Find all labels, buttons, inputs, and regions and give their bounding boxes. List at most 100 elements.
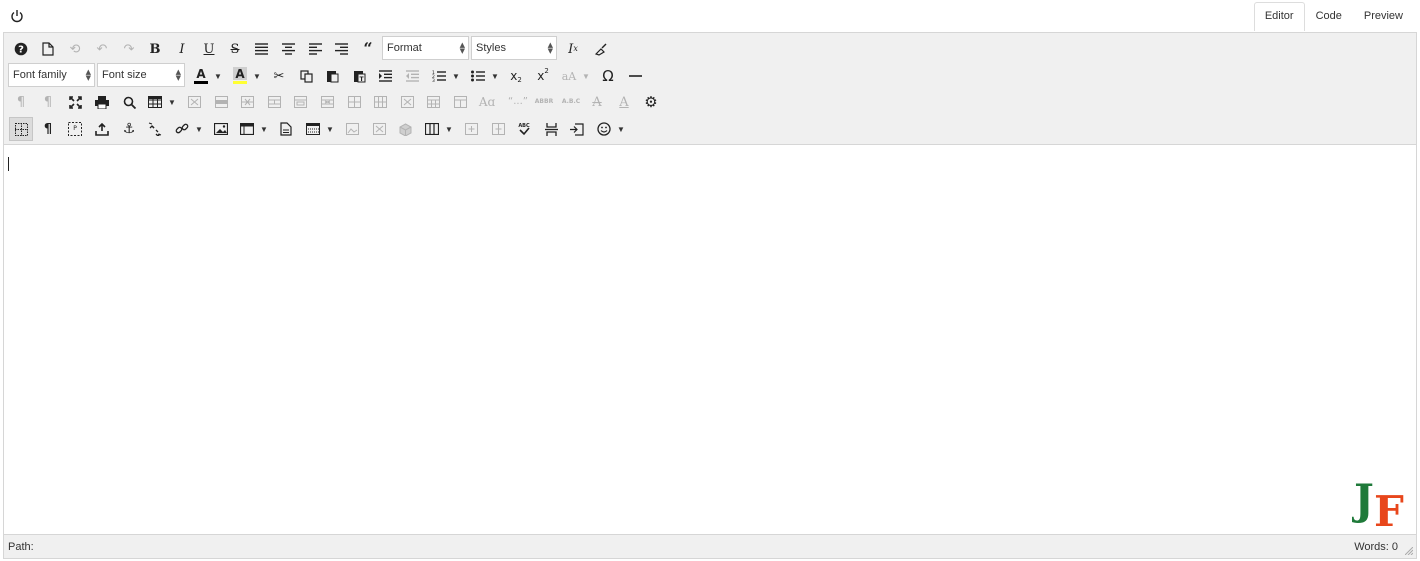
align-justify-icon[interactable] xyxy=(249,37,273,61)
tab-editor[interactable]: Editor xyxy=(1253,2,1305,31)
table-icon[interactable] xyxy=(143,90,167,114)
horizontal-line-icon[interactable] xyxy=(623,64,647,88)
blockquote-icon[interactable]: “ xyxy=(356,37,380,61)
insert-row-icon[interactable] xyxy=(486,117,510,141)
text-color-icon[interactable]: A xyxy=(189,64,213,88)
row-insert-icon[interactable] xyxy=(209,90,233,114)
insert-col-icon[interactable] xyxy=(459,117,483,141)
superscript-icon[interactable]: x2 xyxy=(531,64,555,88)
editor-content-area[interactable] xyxy=(4,145,1416,534)
merge-cells-icon[interactable] xyxy=(315,90,339,114)
italic-icon[interactable]: I xyxy=(170,37,194,61)
table-grid-dropdown-icon[interactable]: ▼ xyxy=(325,117,335,141)
columns-icon[interactable] xyxy=(420,117,444,141)
bullet-list-icon[interactable] xyxy=(466,64,490,88)
quote-icon[interactable]: “...” xyxy=(503,90,533,114)
rtl-icon[interactable]: ¶ xyxy=(36,90,60,114)
paste-icon[interactable] xyxy=(320,64,344,88)
align-right-icon[interactable] xyxy=(329,37,353,61)
fullscreen-icon[interactable] xyxy=(63,90,87,114)
col-props-icon[interactable] xyxy=(448,90,472,114)
strike-format-icon[interactable]: A xyxy=(585,90,609,114)
new-document-icon[interactable] xyxy=(36,37,60,61)
visual-blocks-icon[interactable]: P xyxy=(63,117,87,141)
paragraph-marks-icon[interactable]: ¶ xyxy=(36,117,60,141)
indent-icon[interactable] xyxy=(373,64,397,88)
resize-handle-icon[interactable] xyxy=(1405,547,1413,555)
case-change-dropdown-icon[interactable]: ▼ xyxy=(581,64,591,88)
link-dropdown-icon[interactable]: ▼ xyxy=(194,117,204,141)
cut-icon[interactable]: ✂ xyxy=(267,64,291,88)
page-break-icon[interactable] xyxy=(539,117,563,141)
delete-table-icon[interactable] xyxy=(182,90,206,114)
copy-icon[interactable] xyxy=(294,64,318,88)
background-color-icon[interactable]: A xyxy=(228,64,252,88)
format-select[interactable]: Format ▲ ▼ xyxy=(382,36,469,60)
split-cell-icon[interactable] xyxy=(342,90,366,114)
styles-select[interactable]: Styles ▲ ▼ xyxy=(471,36,557,60)
image-crop-icon[interactable] xyxy=(367,117,391,141)
tab-code[interactable]: Code xyxy=(1305,2,1353,30)
anchor-icon[interactable]: ⚓ xyxy=(117,117,141,141)
format-painter-icon[interactable] xyxy=(588,37,612,61)
clear-formatting-icon[interactable]: Ix xyxy=(561,37,585,61)
help-icon[interactable]: ? xyxy=(9,37,33,61)
table-dropdown-icon[interactable]: ▼ xyxy=(167,90,177,114)
align-left-icon[interactable] xyxy=(303,37,327,61)
abbr-icon[interactable]: ABBR xyxy=(532,90,556,114)
bullet-list-dropdown-icon[interactable]: ▼ xyxy=(490,64,500,88)
paste-text-icon[interactable]: T xyxy=(347,64,371,88)
upload-icon[interactable] xyxy=(90,117,114,141)
columns-dropdown-icon[interactable]: ▼ xyxy=(444,117,454,141)
editor-toolbar: ? ⟲ ↶ ↷ B I U S “ Format ▲ ▼ Styles ▲ ▼ Ix F… xyxy=(4,33,1416,145)
row-props-icon[interactable] xyxy=(262,90,286,114)
3d-box-icon[interactable] xyxy=(393,117,417,141)
unlink-icon[interactable] xyxy=(143,117,167,141)
image-icon[interactable] xyxy=(209,117,233,141)
select-arrows-icon: ▲ ▼ xyxy=(85,68,91,82)
visual-aid-icon[interactable] xyxy=(9,117,33,141)
svg-text:P: P xyxy=(73,125,77,132)
font-family-select[interactable]: Font family ▲ ▼ xyxy=(8,63,95,87)
col-delete-icon[interactable] xyxy=(395,90,419,114)
emoticons-icon[interactable] xyxy=(592,117,616,141)
template-icon[interactable] xyxy=(274,117,298,141)
outdent-icon[interactable] xyxy=(400,64,424,88)
font-size-select[interactable]: Font size ▲ ▼ xyxy=(97,63,185,87)
search-icon[interactable] xyxy=(117,90,141,114)
text-color-dropdown-icon[interactable]: ▼ xyxy=(213,64,223,88)
print-icon[interactable] xyxy=(90,90,114,114)
font-icon[interactable]: A xyxy=(612,90,636,114)
underline-icon[interactable]: U xyxy=(197,37,221,61)
bold-icon[interactable]: B xyxy=(143,37,167,61)
cell-props-icon[interactable] xyxy=(288,90,312,114)
restore-draft-icon[interactable]: ⟲ xyxy=(63,37,87,61)
media-dropdown-icon[interactable]: ▼ xyxy=(259,117,269,141)
strikethrough-icon[interactable]: S xyxy=(223,37,247,61)
image-edit-icon[interactable] xyxy=(340,117,364,141)
case-change-icon[interactable]: aA xyxy=(557,64,581,88)
align-center-icon[interactable] xyxy=(276,37,300,61)
redo-icon[interactable]: ↷ xyxy=(117,37,141,61)
font-style-icon[interactable]: Aɑ xyxy=(475,90,499,114)
settings-icon[interactable]: ⚙ xyxy=(639,90,663,114)
acronym-icon[interactable]: A.B.C xyxy=(559,90,583,114)
undo-icon[interactable]: ↶ xyxy=(90,37,114,61)
numbered-list-icon[interactable]: 123 xyxy=(427,64,451,88)
background-color-dropdown-icon[interactable]: ▼ xyxy=(252,64,262,88)
spellcheck-icon[interactable]: ABC xyxy=(512,117,536,141)
table-props-icon[interactable] xyxy=(421,90,445,114)
power-icon[interactable] xyxy=(10,9,24,23)
numbered-list-dropdown-icon[interactable]: ▼ xyxy=(451,64,461,88)
table-grid-icon[interactable] xyxy=(301,117,325,141)
media-icon[interactable] xyxy=(235,117,259,141)
row-delete-icon[interactable] xyxy=(235,90,259,114)
ltr-icon[interactable]: ¶ xyxy=(9,90,33,114)
special-character-icon[interactable]: Ω xyxy=(596,64,620,88)
emoticons-dropdown-icon[interactable]: ▼ xyxy=(616,117,626,141)
link-icon[interactable] xyxy=(170,117,194,141)
nonbreaking-icon[interactable] xyxy=(565,117,589,141)
tab-preview[interactable]: Preview xyxy=(1353,2,1414,30)
subscript-icon[interactable]: x2 xyxy=(504,64,528,88)
col-insert-icon[interactable] xyxy=(368,90,392,114)
